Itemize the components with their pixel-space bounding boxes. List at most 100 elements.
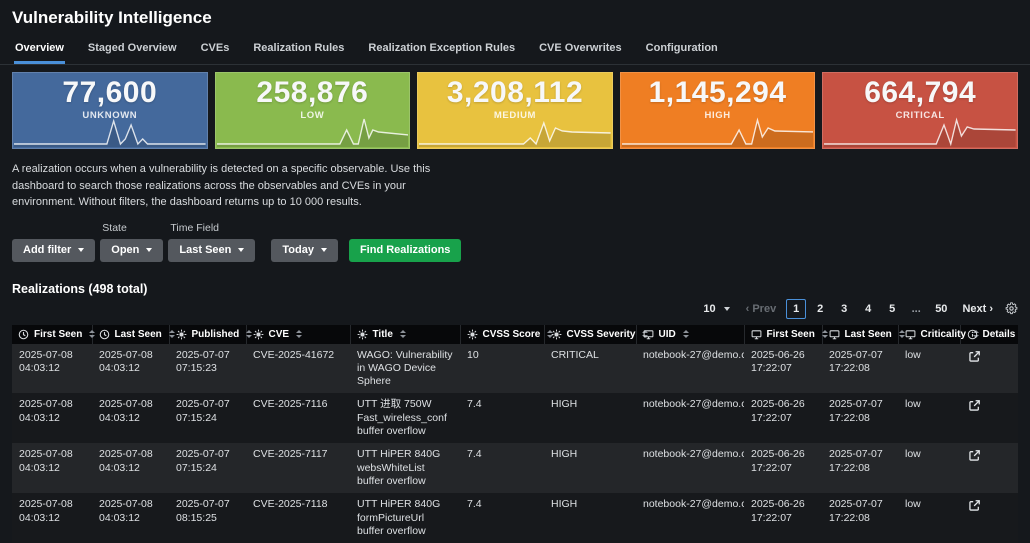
page-button-3[interactable]: 3 — [834, 299, 854, 319]
time-range-dropdown[interactable]: Today — [271, 239, 338, 262]
sort-icon[interactable] — [296, 330, 302, 338]
settings-gear-icon[interactable] — [1005, 302, 1018, 315]
add-filter-group: Add filter — [12, 222, 95, 262]
details-link[interactable] — [967, 398, 982, 417]
tab-overview[interactable]: Overview — [14, 37, 65, 64]
tab-cves[interactable]: CVEs — [200, 37, 231, 64]
column-label: Last Seen — [115, 329, 162, 340]
cell-uid: notebook-27@demo.com — [636, 493, 744, 543]
column-header-last-seen[interactable]: Last Seen — [92, 325, 169, 344]
page-size-dropdown[interactable]: 10 — [703, 303, 729, 315]
page-title: Vulnerability Intelligence — [12, 8, 1018, 28]
prev-page-button[interactable]: ‹ Prev — [746, 303, 777, 315]
virus-icon — [357, 329, 368, 340]
stat-card-critical: 664,794CRITICAL — [822, 72, 1018, 149]
add-filter-label: Add filter — [23, 244, 71, 256]
cell-published: 2025-07-07 07:15:24 — [169, 443, 246, 493]
external-link-icon — [968, 499, 981, 516]
column-header-criticality[interactable]: Criticality — [898, 325, 960, 344]
filter-bar: Add filter State Open Time Field Last Se… — [12, 222, 1018, 262]
cell-title: UTT 进取 750W Fast_wireless_conf buffer ov… — [350, 393, 460, 443]
cell-published: 2025-07-07 08:15:25 — [169, 493, 246, 543]
page-button-4[interactable]: 4 — [858, 299, 878, 319]
state-dropdown[interactable]: Open — [100, 239, 163, 262]
sparkline-chart — [419, 113, 611, 147]
cell-last-seen: 2025-07-07 17:22:08 — [822, 344, 898, 394]
column-header-cvss-severity[interactable]: CVSS Severity — [544, 325, 636, 344]
table-header-row: First SeenLast SeenPublishedCVETitleCVSS… — [12, 325, 1018, 344]
sort-icon[interactable] — [400, 330, 406, 338]
time-field-dropdown[interactable]: Last Seen — [168, 239, 255, 262]
cell-last-seen: 2025-07-07 17:22:08 — [822, 443, 898, 493]
monitor-icon — [751, 329, 762, 340]
find-realizations-button[interactable]: Find Realizations — [349, 239, 461, 262]
column-label: Details — [983, 329, 1016, 340]
sort-icon[interactable] — [822, 330, 828, 338]
page-size-value: 10 — [703, 303, 715, 315]
cell-criticality: low — [898, 393, 960, 443]
cell-uid: notebook-27@demo.com — [636, 344, 744, 394]
cell-criticality: low — [898, 344, 960, 394]
column-header-first-seen[interactable]: First Seen — [12, 325, 92, 344]
column-header-title[interactable]: Title — [350, 325, 460, 344]
monitor-icon — [643, 329, 654, 340]
table-row: 2025-07-08 04:03:122025-07-08 04:03:1220… — [12, 443, 1018, 493]
add-filter-button[interactable]: Add filter — [12, 239, 95, 262]
cell-first-seen: 2025-06-26 17:22:07 — [744, 393, 822, 443]
page-button-2[interactable]: 2 — [810, 299, 830, 319]
stat-value: 3,208,112 — [417, 76, 613, 110]
cell-first-seen: 2025-06-26 17:22:07 — [744, 443, 822, 493]
time-range-value: Today — [282, 244, 314, 256]
tab-realization-exception-rules[interactable]: Realization Exception Rules — [367, 37, 516, 64]
column-header-cve[interactable]: CVE — [246, 325, 350, 344]
cell-first-seen: 2025-07-08 04:03:12 — [12, 393, 92, 443]
monitor-icon — [905, 329, 916, 340]
chevron-down-icon — [238, 248, 244, 252]
column-header-first-seen[interactable]: First Seen — [744, 325, 822, 344]
column-header-details[interactable]: Details — [960, 325, 1018, 344]
sparkline-chart — [824, 113, 1016, 147]
time-range-group: Today — [271, 222, 338, 262]
clock-icon — [18, 329, 29, 340]
details-link[interactable] — [967, 498, 982, 517]
stat-card-high: 1,145,294HIGH — [620, 72, 816, 149]
cell-details — [960, 344, 1018, 394]
sparkline-chart — [217, 113, 409, 147]
column-header-published[interactable]: Published — [169, 325, 246, 344]
cell-details — [960, 393, 1018, 443]
next-page-button[interactable]: Next › — [962, 303, 993, 315]
cell-last-seen: 2025-07-08 04:03:12 — [92, 493, 169, 543]
stat-card-unknown: 77,600UNKNOWN — [12, 72, 208, 149]
pagination-bar: 10 ‹ Prev 12345...50 Next › — [12, 297, 1018, 321]
severity-cards: 77,600UNKNOWN258,876LOW3,208,112MEDIUM1,… — [12, 72, 1018, 149]
tab-realization-rules[interactable]: Realization Rules — [252, 37, 345, 64]
tab-staged-overview[interactable]: Staged Overview — [87, 37, 178, 64]
sort-icon[interactable] — [683, 330, 689, 338]
details-link[interactable] — [967, 349, 982, 368]
cell-last-seen: 2025-07-08 04:03:12 — [92, 393, 169, 443]
cell-last-seen: 2025-07-08 04:03:12 — [92, 443, 169, 493]
cell-cvss-score: 7.4 — [460, 393, 544, 443]
page-button-5[interactable]: 5 — [882, 299, 902, 319]
sort-icon[interactable] — [246, 330, 252, 338]
table-row: 2025-07-08 04:03:122025-07-08 04:03:1220… — [12, 344, 1018, 394]
column-label: Criticality — [921, 329, 967, 340]
chevron-down-icon — [321, 248, 327, 252]
page-button-1[interactable]: 1 — [786, 299, 806, 319]
sort-icon[interactable] — [89, 330, 95, 338]
sort-icon[interactable] — [169, 330, 175, 338]
tab-configuration[interactable]: Configuration — [645, 37, 719, 64]
table-row: 2025-07-08 04:03:122025-07-08 04:03:12 20… — [12, 393, 1018, 443]
details-link[interactable] — [967, 448, 982, 467]
column-label: CVSS Severity — [567, 329, 636, 340]
cell-last-seen: 2025-07-08 04:03:12 — [92, 344, 169, 394]
cell-cve: CVE-2025-41672 — [246, 344, 350, 394]
column-header-uid[interactable]: UID — [636, 325, 744, 344]
column-header-cvss-score[interactable]: CVSS Score — [460, 325, 544, 344]
tab-cve-overwrites[interactable]: CVE Overwrites — [538, 37, 623, 64]
cell-first-seen: 2025-06-26 17:22:07 — [744, 344, 822, 394]
column-label: First Seen — [34, 329, 82, 340]
page-button-50[interactable]: 50 — [930, 299, 952, 319]
column-header-last-seen[interactable]: Last Seen — [822, 325, 898, 344]
cell-first-seen: 2025-06-26 17:22:07 — [744, 493, 822, 543]
